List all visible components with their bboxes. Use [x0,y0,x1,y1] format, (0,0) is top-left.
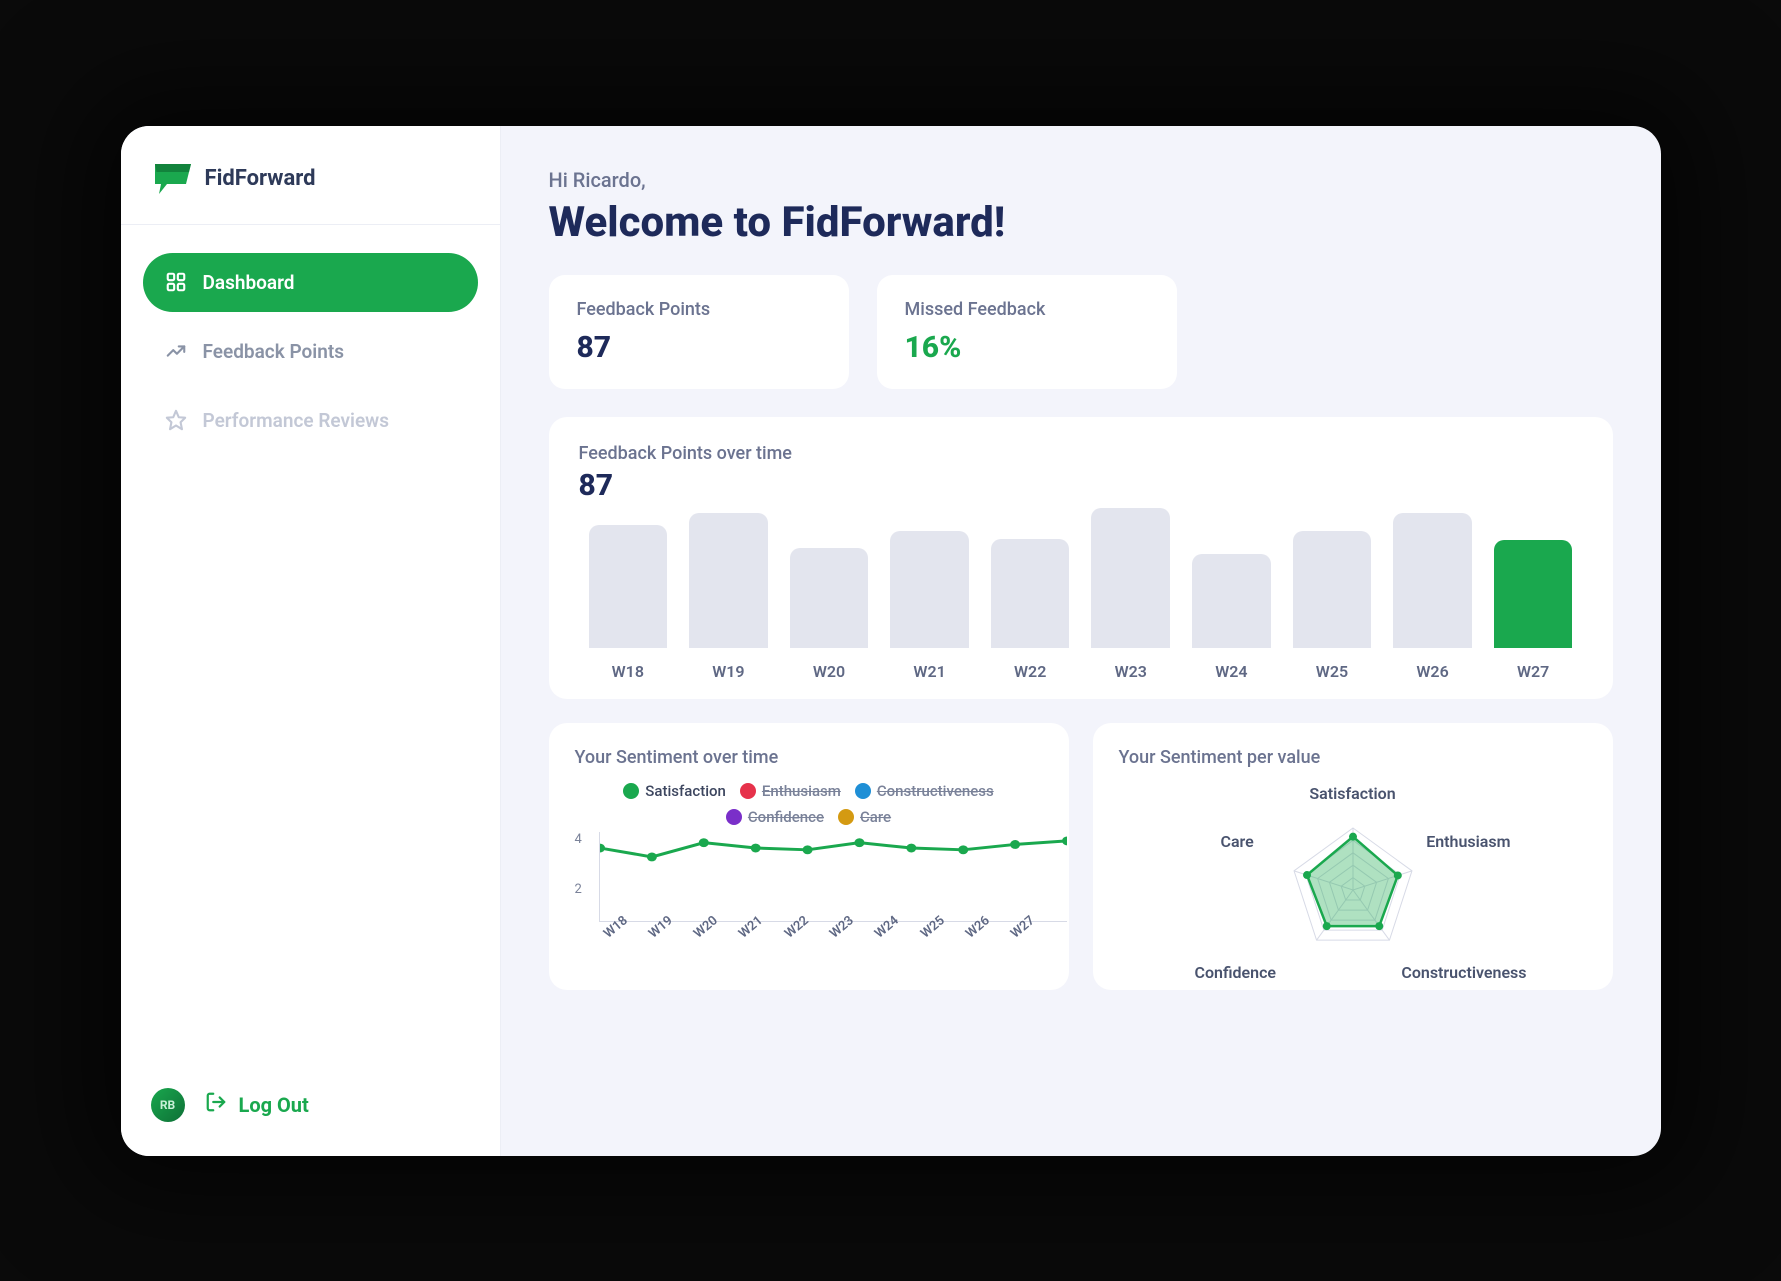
legend-item-enthusiasm[interactable]: Enthusiasm [740,782,841,800]
bar-wrap: W23 [1091,508,1170,681]
bar-label: W21 [913,662,945,681]
line-chart: 4 2 W18W19W20W21W22W23W24W25W26W27 [575,832,1043,952]
bar[interactable] [1091,508,1170,648]
line-chart-legend: Satisfaction Enthusiasm Constructiveness… [575,782,1043,826]
bar-chart: W18 W19 W20 W21 W22 W23 W24 W25 W26 W27 [579,511,1583,681]
bar-label: W23 [1115,662,1147,681]
radar-axis-label: Satisfaction [1309,784,1395,803]
panel-title: Your Sentiment per value [1119,747,1587,768]
stat-label: Missed Feedback [905,299,1149,320]
legend-item-constructiveness[interactable]: Constructiveness [855,782,994,800]
bar-wrap: W26 [1393,513,1472,680]
radar-axis-label: Care [1221,832,1254,851]
logout-button[interactable]: Log Out [205,1091,309,1118]
x-axis-ticks: W18W19W20W21W22W23W24W25W26W27 [575,930,1043,945]
radar-axis-label: Enthusiasm [1426,832,1510,851]
bottom-panels-row: Your Sentiment over time Satisfaction En… [549,723,1613,990]
bar-label: W26 [1416,662,1448,681]
y-axis-ticks: 4 2 [575,832,597,932]
bar-wrap: W20 [790,548,869,680]
bar-wrap: W22 [991,539,1070,681]
bar-wrap: W24 [1192,554,1271,680]
sidebar: FidForward Dashboard Feedback Poi [121,126,501,1156]
logout-icon [205,1091,227,1118]
bar-wrap: W27 [1494,540,1573,680]
bar[interactable] [589,525,668,648]
main-content: Hi Ricardo, Welcome to FidForward! Feedb… [501,126,1661,1156]
brand: FidForward [121,126,500,225]
stat-card-missed-feedback: Missed Feedback 16% [877,275,1177,389]
legend-dot-icon [623,783,639,799]
legend-item-confidence[interactable]: Confidence [726,808,824,826]
panel-feedback-over-time: Feedback Points over time 87 W18 W19 W20 W2… [549,417,1613,699]
dashboard-icon [165,271,187,293]
bar[interactable] [689,513,768,647]
app-window: FidForward Dashboard Feedback Poi [121,126,1661,1156]
welcome-title: Welcome to FidForward! [549,198,1613,247]
line-chart-svg [599,832,1067,922]
stat-label: Feedback Points [577,299,821,320]
brand-logo-icon [153,162,193,196]
bar[interactable] [1494,540,1573,647]
stat-value: 87 [577,330,821,365]
greeting-text: Hi Ricardo, [549,168,1613,192]
sidebar-item-label: Feedback Points [203,340,344,363]
sidebar-footer: RB Log Out [121,1062,500,1156]
sidebar-nav: Dashboard Feedback Points Performance Re… [121,225,500,478]
sidebar-item-label: Performance Reviews [203,409,389,432]
panel-value: 87 [579,468,1583,503]
bar-label: W20 [813,662,845,681]
stats-row: Feedback Points 87 Missed Feedback 16% [549,275,1613,389]
radar-chart-svg [1223,788,1483,978]
brand-name: FidForward [205,166,316,191]
trend-up-icon [165,340,187,362]
bar[interactable] [1393,513,1472,647]
bar-wrap: W19 [689,513,768,680]
bar-wrap: W21 [890,531,969,681]
radar-axis-label: Confidence [1195,963,1277,982]
bar[interactable] [790,548,869,647]
legend-item-care[interactable]: Care [838,808,891,826]
radar-axis-label: Constructiveness [1401,963,1526,982]
legend-dot-icon [726,809,742,825]
bar[interactable] [1192,554,1271,647]
stat-value: 16% [905,330,1149,365]
legend-dot-icon [855,783,871,799]
sidebar-item-feedback-points[interactable]: Feedback Points [143,322,478,381]
logout-label: Log Out [239,1093,309,1117]
panel-sentiment-over-time: Your Sentiment over time Satisfaction En… [549,723,1069,990]
star-icon [165,409,187,431]
bar-wrap: W18 [589,525,668,681]
panel-title: Your Sentiment over time [575,747,1043,768]
bar[interactable] [991,539,1070,648]
panel-title: Feedback Points over time [579,443,1583,464]
bar-label: W19 [712,662,744,681]
avatar[interactable]: RB [151,1088,185,1122]
radar-chart: Satisfaction Enthusiasm Constructiveness… [1119,782,1587,978]
sidebar-item-label: Dashboard [203,271,295,294]
bar-label: W18 [612,662,644,681]
bar-wrap: W25 [1293,531,1372,681]
legend-dot-icon [838,809,854,825]
panel-sentiment-per-value: Your Sentiment per value Satisfaction En… [1093,723,1613,990]
stat-card-feedback-points: Feedback Points 87 [549,275,849,389]
legend-dot-icon [740,783,756,799]
bar[interactable] [890,531,969,648]
bar-label: W27 [1517,662,1549,681]
bar[interactable] [1293,531,1372,648]
sidebar-item-dashboard[interactable]: Dashboard [143,253,478,312]
sidebar-item-performance-reviews[interactable]: Performance Reviews [143,391,478,450]
bar-label: W25 [1316,662,1348,681]
legend-item-satisfaction[interactable]: Satisfaction [623,782,726,800]
bar-label: W22 [1014,662,1046,681]
bar-label: W24 [1215,662,1247,681]
